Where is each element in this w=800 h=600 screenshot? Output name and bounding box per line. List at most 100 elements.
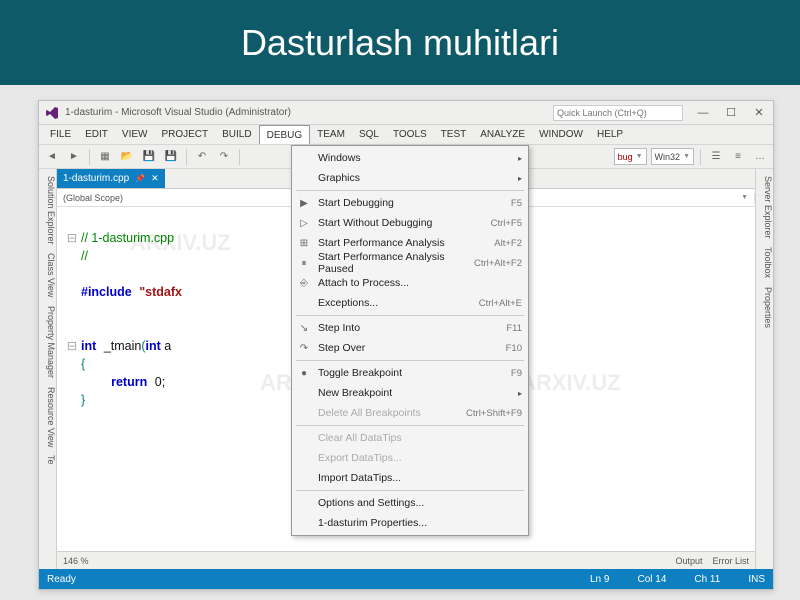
menu-analyze[interactable]: ANALYZE: [473, 125, 532, 144]
submenu-arrow-icon: ▸: [518, 154, 522, 163]
menu-build[interactable]: BUILD: [215, 125, 258, 144]
debug-menu-item[interactable]: ⎆Attach to Process...: [292, 273, 528, 293]
menu-item-shortcut: Ctrl+Shift+F9: [466, 408, 522, 419]
menu-item-label: Toggle Breakpoint: [318, 367, 402, 379]
menu-item-label: Graphics: [318, 172, 360, 184]
redo-icon[interactable]: ↷: [215, 148, 233, 166]
debug-menu-item[interactable]: Import DataTips...: [292, 468, 528, 488]
fold-icon[interactable]: ⊟: [63, 229, 81, 247]
pin-icon[interactable]: 📌: [135, 174, 145, 183]
sidebar-class-view[interactable]: Class View: [46, 253, 56, 297]
menu-file[interactable]: FILE: [43, 125, 78, 144]
visual-studio-window: 1-dasturim - Microsoft Visual Studio (Ad…: [38, 100, 774, 590]
menu-view[interactable]: VIEW: [115, 125, 155, 144]
error-list-tab[interactable]: Error List: [712, 556, 749, 566]
config-combo[interactable]: bug▼: [614, 148, 647, 165]
menu-item-label: Start Performance Analysis Paused: [318, 251, 474, 275]
menu-item-icon: ↷: [296, 343, 312, 354]
menu-item-shortcut: Ctrl+Alt+E: [479, 298, 522, 309]
menu-window[interactable]: WINDOW: [532, 125, 590, 144]
bottom-tab-row: 146 % Output Error List: [57, 551, 755, 569]
sidebar-property-manager[interactable]: Property Manager: [46, 306, 56, 378]
menu-item-shortcut: Ctrl+Alt+F2: [474, 258, 522, 269]
close-icon[interactable]: ✕: [745, 103, 773, 123]
right-side-strip[interactable]: Server Explorer Toolbox Properties: [755, 169, 773, 569]
save-all-icon[interactable]: 💾: [162, 148, 180, 166]
nav-fwd-icon[interactable]: ►: [65, 148, 83, 166]
debug-menu-item[interactable]: ⏸ Start Performance Analysis PausedCtrl+A…: [292, 253, 528, 273]
debug-menu-item[interactable]: ●Toggle BreakpointF9: [292, 363, 528, 383]
menu-item-icon: ⎆: [296, 278, 312, 289]
sidebar-server-explorer[interactable]: Server Explorer: [763, 176, 773, 239]
menu-item-shortcut: Ctrl+F5: [491, 218, 522, 229]
chevron-down-icon: ▼: [636, 153, 643, 160]
nav-back-icon[interactable]: ◄: [43, 148, 61, 166]
menu-item-icon: ⏸: [296, 258, 312, 269]
menu-item-icon: ▶: [296, 198, 312, 209]
sidebar-solution-explorer[interactable]: Solution Explorer: [46, 176, 56, 245]
menu-item-label: Step Over: [318, 342, 365, 354]
debug-menu-item[interactable]: Graphics▸: [292, 168, 528, 188]
file-tab-label: 1-dasturim.cpp: [63, 173, 129, 184]
menu-item-label: Step Into: [318, 322, 360, 334]
debug-menu-item[interactable]: ↷Step OverF10: [292, 338, 528, 358]
menu-item-shortcut: F5: [511, 198, 522, 209]
comment-icon[interactable]: ≡: [729, 148, 747, 166]
menu-bar: FILE EDIT VIEW PROJECT BUILD DEBUG TEAM …: [39, 125, 773, 145]
debug-menu-item[interactable]: Options and Settings...: [292, 493, 528, 513]
find-icon[interactable]: ☰: [707, 148, 725, 166]
menu-tools[interactable]: TOOLS: [386, 125, 434, 144]
sidebar-team-explorer[interactable]: Te: [46, 455, 56, 465]
fold-icon[interactable]: ⊟: [63, 337, 81, 355]
debug-menu-item[interactable]: ▷Start Without DebuggingCtrl+F5: [292, 213, 528, 233]
menu-item-label: Start Debugging: [318, 197, 394, 209]
file-tab-active[interactable]: 1-dasturim.cpp 📌 ✕: [57, 169, 165, 188]
left-side-strip[interactable]: Solution Explorer Class View Property Ma…: [39, 169, 57, 569]
debug-menu-item[interactable]: ↘Step IntoF11: [292, 318, 528, 338]
status-char: Ch 11: [694, 574, 720, 585]
save-icon[interactable]: 💾: [140, 148, 158, 166]
sidebar-properties[interactable]: Properties: [763, 287, 773, 328]
platform-combo[interactable]: Win32▼: [651, 148, 694, 165]
menu-edit[interactable]: EDIT: [78, 125, 115, 144]
status-ins: INS: [748, 574, 765, 585]
maximize-icon[interactable]: ☐: [717, 103, 745, 123]
debug-menu-item[interactable]: New Breakpoint▸: [292, 383, 528, 403]
menu-item-icon: ⊞: [296, 238, 312, 249]
menu-item-icon: ▷: [296, 218, 312, 229]
undo-icon[interactable]: ↶: [193, 148, 211, 166]
menu-item-label: New Breakpoint: [318, 387, 392, 399]
debug-menu-item: Delete All Breakpoints Ctrl+Shift+F9: [292, 403, 528, 423]
menu-item-label: Delete All Breakpoints: [318, 407, 421, 419]
debug-menu-item[interactable]: ▶ Start Debugging F5: [292, 193, 528, 213]
debug-menu-item[interactable]: Windows▸: [292, 148, 528, 168]
menu-item-label: Exceptions...: [318, 297, 378, 309]
menu-team[interactable]: TEAM: [310, 125, 352, 144]
menu-help[interactable]: HELP: [590, 125, 630, 144]
menu-item-label: Import DataTips...: [318, 472, 401, 484]
more-icon[interactable]: …: [751, 148, 769, 166]
menu-item-label: Clear All DataTips: [318, 432, 402, 444]
status-col: Col 14: [637, 574, 666, 585]
debug-menu-item[interactable]: ⊞Start Performance AnalysisAlt+F2: [292, 233, 528, 253]
minimize-icon[interactable]: —: [689, 103, 717, 123]
menu-sql[interactable]: SQL: [352, 125, 386, 144]
vs-logo-icon: [43, 104, 61, 122]
zoom-level[interactable]: 146 %: [63, 556, 89, 566]
open-icon[interactable]: 📂: [118, 148, 136, 166]
menu-item-label: Export DataTips...: [318, 452, 402, 464]
menu-test[interactable]: TEST: [434, 125, 474, 144]
menu-project[interactable]: PROJECT: [154, 125, 215, 144]
output-tab[interactable]: Output: [675, 556, 702, 566]
quick-launch-input[interactable]: [553, 105, 683, 121]
close-tab-icon[interactable]: ✕: [151, 173, 159, 184]
new-project-icon[interactable]: ▦: [96, 148, 114, 166]
menu-item-label: Options and Settings...: [318, 497, 424, 509]
debug-menu-item[interactable]: 1-dasturim Properties...: [292, 513, 528, 533]
debug-menu-item[interactable]: Exceptions... Ctrl+Alt+E: [292, 293, 528, 313]
sidebar-toolbox[interactable]: Toolbox: [763, 247, 773, 278]
sidebar-resource-view[interactable]: Resource View: [46, 387, 56, 447]
menu-item-icon: ●: [296, 368, 312, 379]
debug-menu-item: Clear All DataTips: [292, 428, 528, 448]
menu-debug[interactable]: DEBUG: [259, 125, 311, 144]
